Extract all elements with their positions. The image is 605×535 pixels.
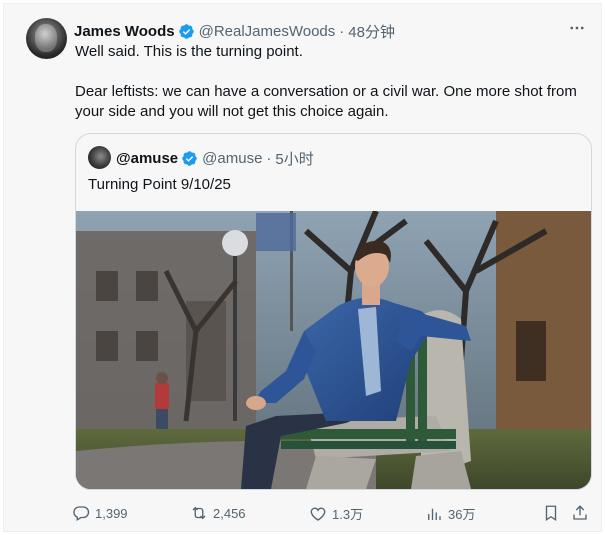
bookmark-icon[interactable] [542,504,560,522]
post-timestamp[interactable]: 48分钟 [348,21,395,42]
views-button[interactable]: 36万 [425,504,475,523]
verified-badge-icon[interactable] [181,150,198,167]
separator: · [266,149,272,167]
post-paragraph: Dear leftists: we can have a conversatio… [75,83,577,120]
author-name[interactable]: James Woods [74,23,175,40]
repost-button[interactable]: 2,456 [190,504,246,522]
post-header: James Woods @RealJamesWoods · 48分钟 [74,21,395,41]
post-card[interactable]: James Woods @RealJamesWoods · 48分钟 Well … [3,3,602,532]
reply-icon [73,506,90,521]
views-icon [428,508,441,520]
author-avatar[interactable] [26,18,67,59]
quoted-post[interactable]: @amuse @amuse · 5小时 Turning Point 9/10/2… [75,133,592,490]
quoted-post-text: Turning Point 9/10/25 [88,176,231,193]
repost-icon [192,506,206,520]
quoted-post-timestamp[interactable]: 5小时 [275,148,313,169]
repost-count: 2,456 [213,505,246,521]
verified-badge-icon[interactable] [178,23,195,40]
post-actions: 1,399 2,456 1.3万 36万 [4,504,603,524]
share-icon[interactable] [571,504,589,522]
quoted-author-handle[interactable]: @amuse [202,150,262,167]
quoted-post-header: @amuse @amuse · 5小时 [116,147,314,169]
views-count: 36万 [448,507,476,522]
post-text: Well said. This is the turning point. De… [75,42,595,122]
quoted-post-photo[interactable] [76,211,591,489]
quoted-author-name[interactable]: @amuse [116,150,178,167]
quoted-author-avatar[interactable] [88,146,111,169]
like-count: 1.3万 [332,507,364,522]
reply-button[interactable]: 1,399 [72,504,128,522]
author-handle[interactable]: @RealJamesWoods [199,23,336,40]
like-icon [310,507,326,521]
reply-count: 1,399 [95,505,128,521]
separator: · [339,22,345,40]
like-button[interactable]: 1.3万 [309,504,363,523]
post-paragraph: Well said. This is the turning point. [75,43,303,60]
more-icon[interactable] [568,19,586,42]
